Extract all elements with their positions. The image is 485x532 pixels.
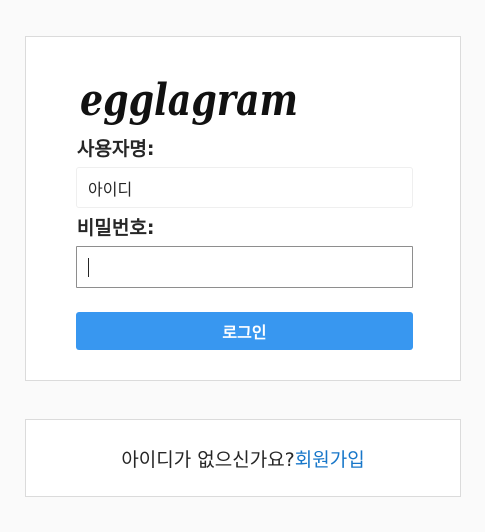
egglagram-wordmark-icon: egglagram xyxy=(80,75,298,126)
signup-link[interactable]: 회원가입 xyxy=(295,445,365,472)
login-card: egglagram 사용자명: 아이디 비밀번호: 로그인 xyxy=(25,36,461,381)
username-label: 사용자명: xyxy=(77,138,155,160)
login-button[interactable]: 로그인 xyxy=(76,312,413,350)
password-label: 비밀번호: xyxy=(77,217,155,239)
logo-text: egglagram xyxy=(80,75,298,126)
egglagram-logo: egglagram xyxy=(76,63,306,133)
signup-card: 아이디가 없으신가요? 회원가입 xyxy=(25,419,461,497)
signup-prompt: 아이디가 없으신가요? xyxy=(121,448,295,471)
text-caret xyxy=(88,257,89,277)
username-placeholder: 아이디 xyxy=(88,179,133,199)
username-input[interactable]: 아이디 xyxy=(76,167,413,208)
password-input[interactable] xyxy=(76,246,413,288)
